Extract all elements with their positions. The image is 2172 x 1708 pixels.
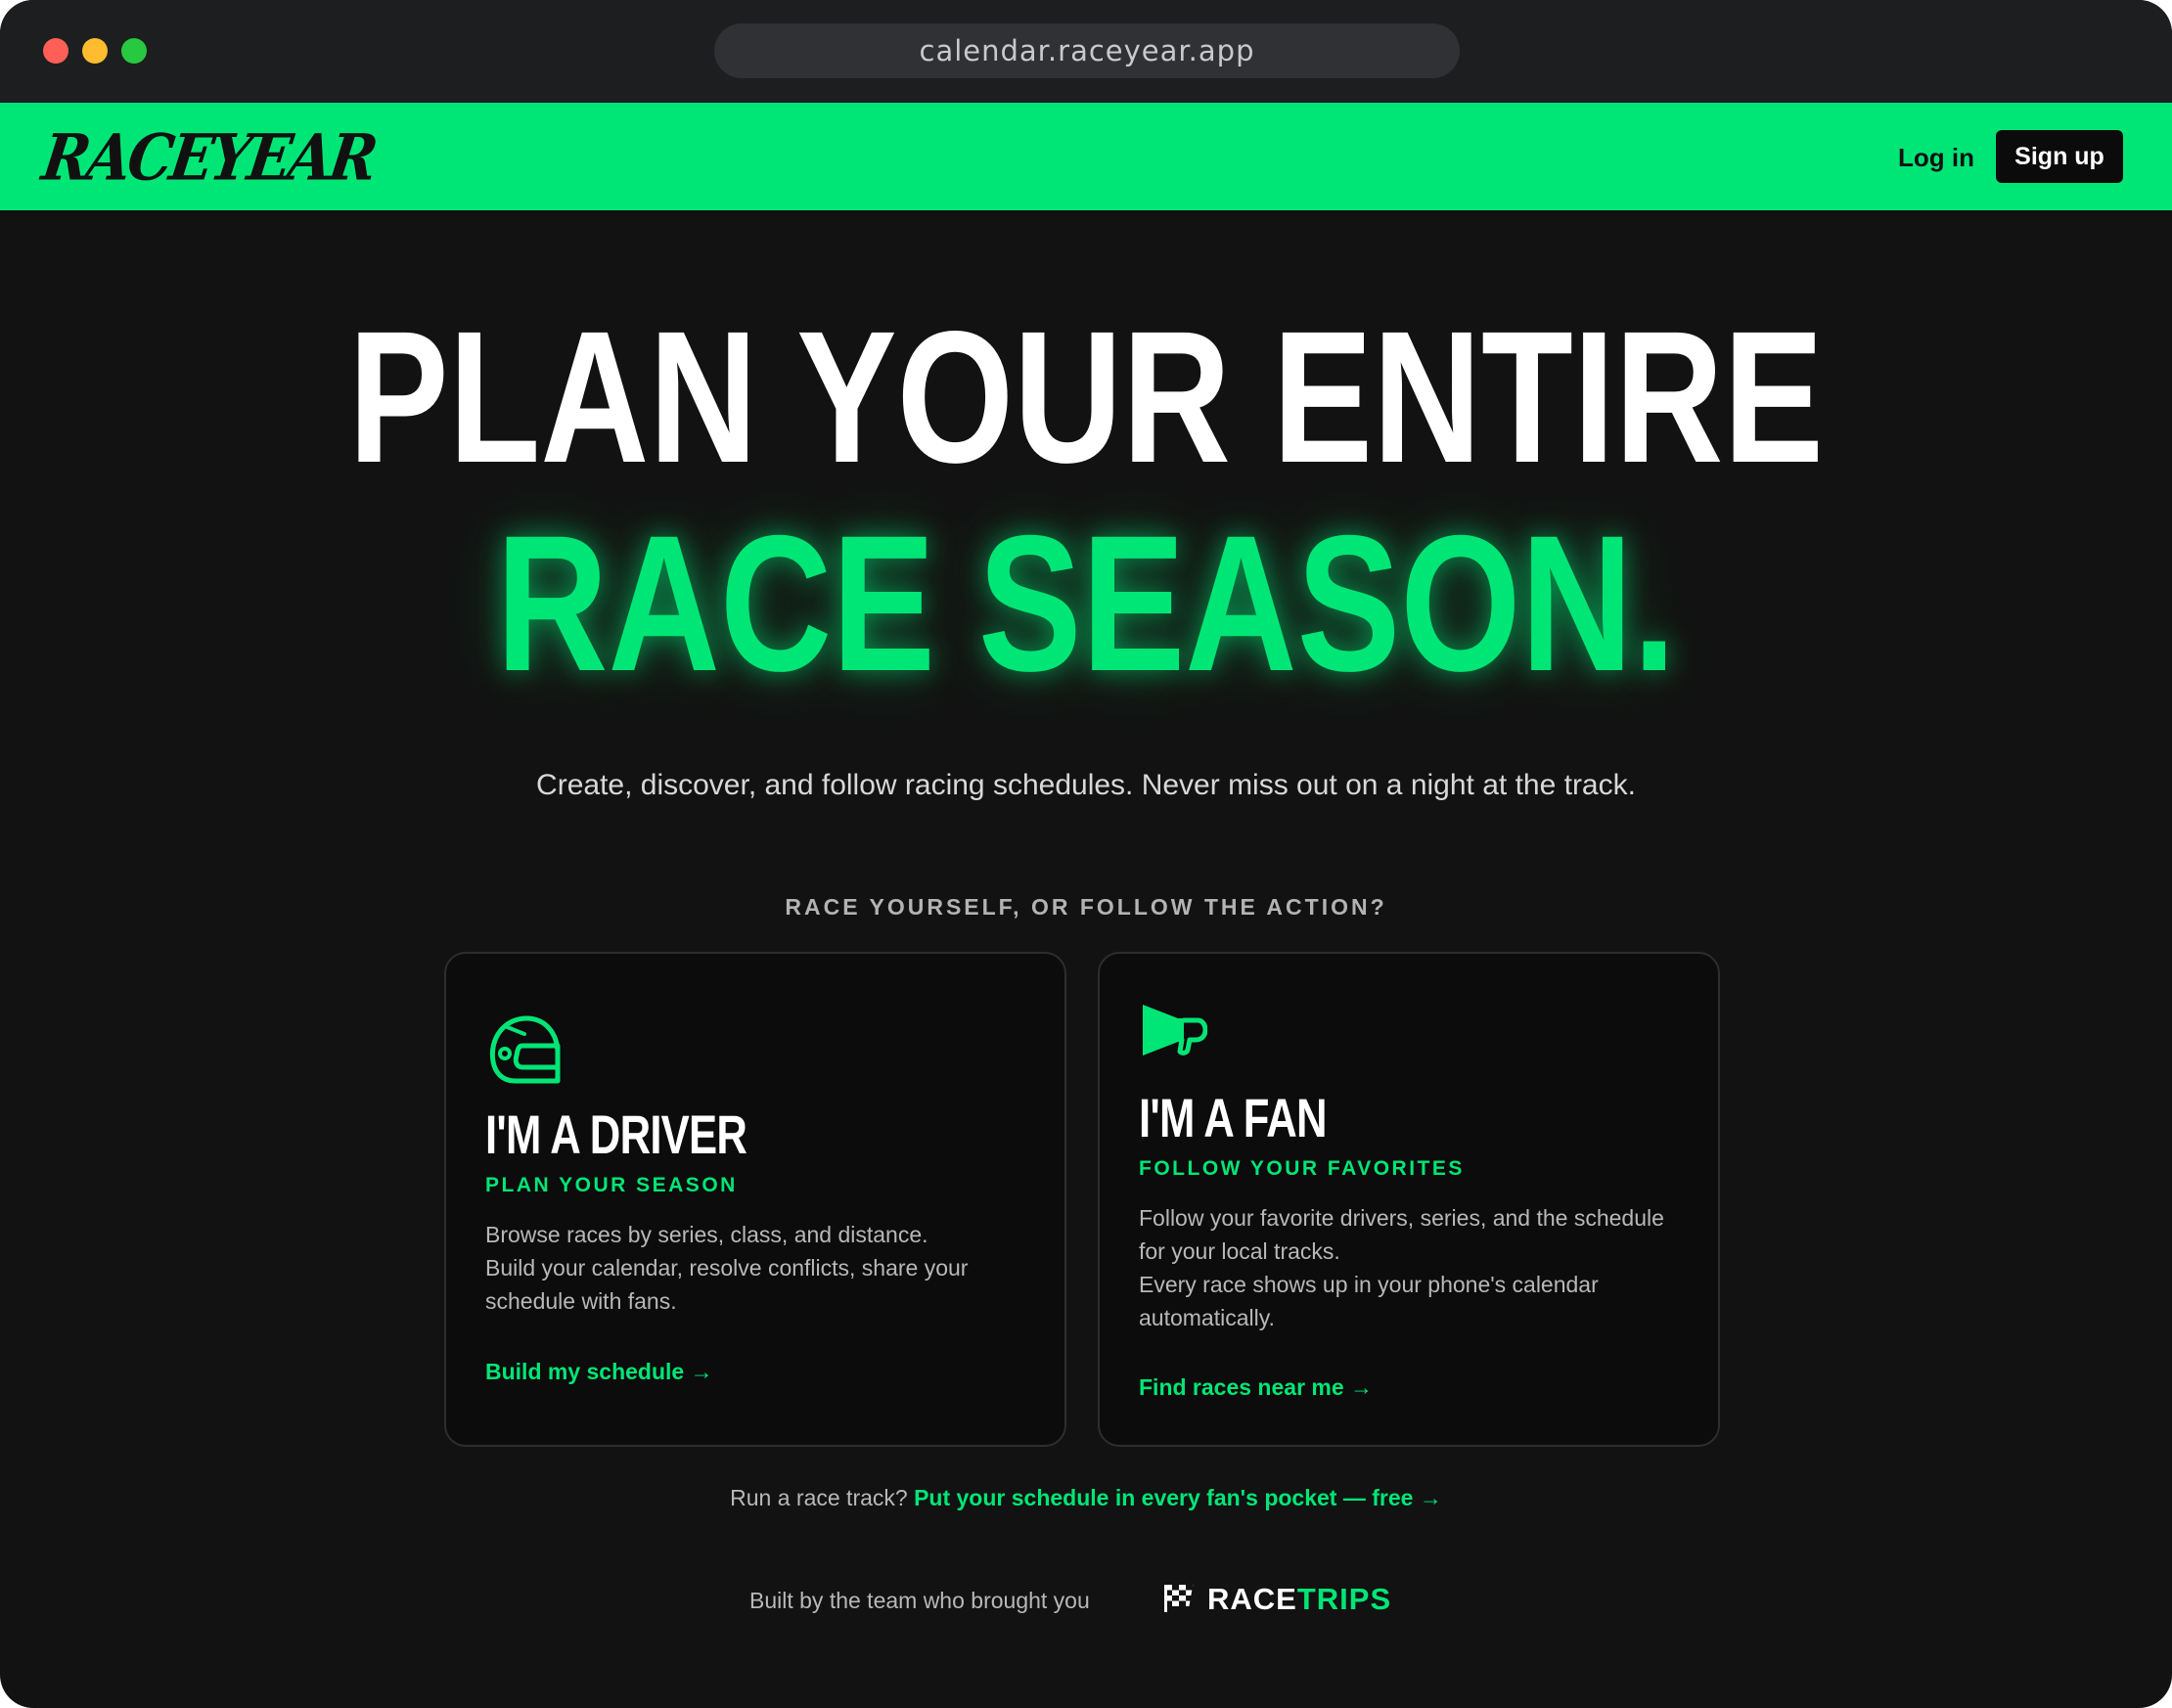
fan-card-title: I'M A FAN (1139, 1087, 1328, 1148)
browser-chrome: calendar.raceyear.app (0, 0, 2172, 103)
hero-title-line-2: RACE SEASON. (496, 495, 1676, 711)
race-track-link[interactable]: Put your schedule in every fan's pocket … (914, 1485, 1442, 1510)
login-link[interactable]: Log in (1898, 138, 1974, 177)
fan-card-body-line-2: Every race shows up in your phone's cale… (1139, 1272, 1599, 1330)
driver-card-subtitle: PLAN YOUR SEASON (485, 1174, 738, 1196)
address-bar[interactable]: calendar.raceyear.app (714, 23, 1460, 78)
helmet-icon (485, 1011, 562, 1091)
race-track-prefix: Run a race track? (730, 1485, 908, 1510)
minimize-window-button[interactable] (82, 38, 108, 64)
hero-subtitle: Create, discover, and follow racing sche… (536, 769, 1636, 801)
fan-card-body-line-1: Follow your favorite drivers, series, an… (1139, 1205, 1664, 1264)
signup-button[interactable]: Sign up (1996, 130, 2123, 183)
driver-card-body-line-1: Browse races by series, class, and dista… (485, 1222, 928, 1247)
racetrips-logo[interactable]: RACETRIPS (1161, 1577, 1392, 1622)
raceyear-logo[interactable]: RACEYEAR (36, 112, 381, 203)
build-schedule-link[interactable]: Build my schedule → (485, 1359, 713, 1385)
browser-window: calendar.raceyear.app RACEYEAR Log in Si… (0, 0, 2172, 1708)
driver-card-body-line-2: Build your calendar, resolve conflicts, … (485, 1255, 969, 1314)
racetrips-wordmark: RACETRIPS (1207, 1582, 1392, 1616)
maximize-window-button[interactable] (121, 38, 147, 64)
top-nav: RACEYEAR Log in Sign up (0, 103, 2172, 210)
race-track-cta: Run a race track? Put your schedule in e… (0, 1485, 2172, 1511)
find-races-link[interactable]: Find races near me → (1139, 1374, 1373, 1401)
checkered-flag-icon (1161, 1581, 1198, 1618)
driver-card[interactable]: I'M A DRIVER PLAN YOUR SEASON Browse rac… (444, 952, 1066, 1447)
fan-card-subtitle: FOLLOW YOUR FAVORITES (1139, 1157, 1465, 1180)
driver-card-title: I'M A DRIVER (485, 1103, 747, 1165)
fan-card-body: Follow your favorite drivers, series, an… (1139, 1201, 1687, 1334)
close-window-button[interactable] (43, 38, 68, 64)
megaphone-icon (1139, 999, 1208, 1065)
hero-title-line-1: PLAN YOUR ENTIRE (348, 292, 1824, 502)
built-by-text: Built by the team who brought you (749, 1587, 1090, 1613)
fan-card[interactable]: I'M A FAN FOLLOW YOUR FAVORITES Follow y… (1098, 952, 1720, 1447)
choice-question: RACE YOURSELF, OR FOLLOW THE ACTION? (785, 894, 1387, 920)
driver-card-body: Browse races by series, class, and dista… (485, 1218, 1033, 1318)
